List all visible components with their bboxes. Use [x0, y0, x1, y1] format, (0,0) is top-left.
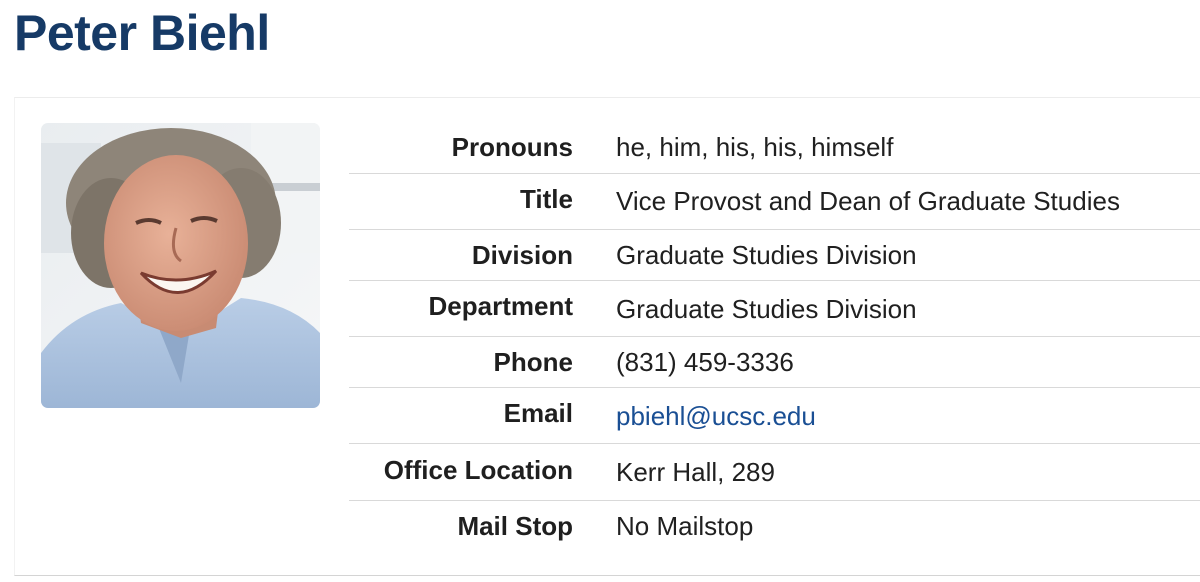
office-location-label: Office Location	[383, 455, 573, 485]
title-value: Vice Provost and Dean of Graduate Studie…	[616, 186, 1120, 216]
email-link[interactable]: pbiehl@ucsc.edu	[616, 401, 816, 432]
detail-row-division: Division Graduate Studies Division	[349, 230, 1200, 281]
division-label: Division	[471, 240, 573, 270]
detail-row-email: Email pbiehl@ucsc.edu	[349, 388, 1200, 444]
phone-label: Phone	[493, 347, 573, 377]
detail-row-title: Title Vice Provost and Dean of Graduate …	[349, 174, 1200, 230]
department-value: Graduate Studies Division	[616, 294, 917, 324]
profile-details: Pronouns he, him, his, his, himself Titl…	[349, 120, 1200, 551]
pronouns-value: he, him, his, his, himself	[616, 132, 894, 162]
pronouns-label: Pronouns	[451, 132, 573, 162]
email-label: Email	[503, 398, 573, 428]
mail-stop-label: Mail Stop	[457, 511, 573, 541]
detail-row-pronouns: Pronouns he, him, his, his, himself	[349, 120, 1200, 174]
detail-row-phone: Phone (831) 459-3336	[349, 337, 1200, 388]
profile-photo-image	[41, 123, 320, 408]
office-location-value: Kerr Hall, 289	[616, 457, 775, 487]
detail-row-office-location: Office Location Kerr Hall, 289	[349, 444, 1200, 501]
detail-row-department: Department Graduate Studies Division	[349, 281, 1200, 337]
page-title: Peter Biehl	[14, 5, 270, 61]
profile-photo	[41, 123, 320, 408]
title-label: Title	[520, 184, 573, 214]
mail-stop-value: No Mailstop	[616, 511, 754, 541]
department-label: Department	[428, 291, 573, 321]
phone-value: (831) 459-3336	[616, 347, 794, 377]
division-value: Graduate Studies Division	[616, 240, 917, 270]
detail-row-mail-stop: Mail Stop No Mailstop	[349, 501, 1200, 551]
